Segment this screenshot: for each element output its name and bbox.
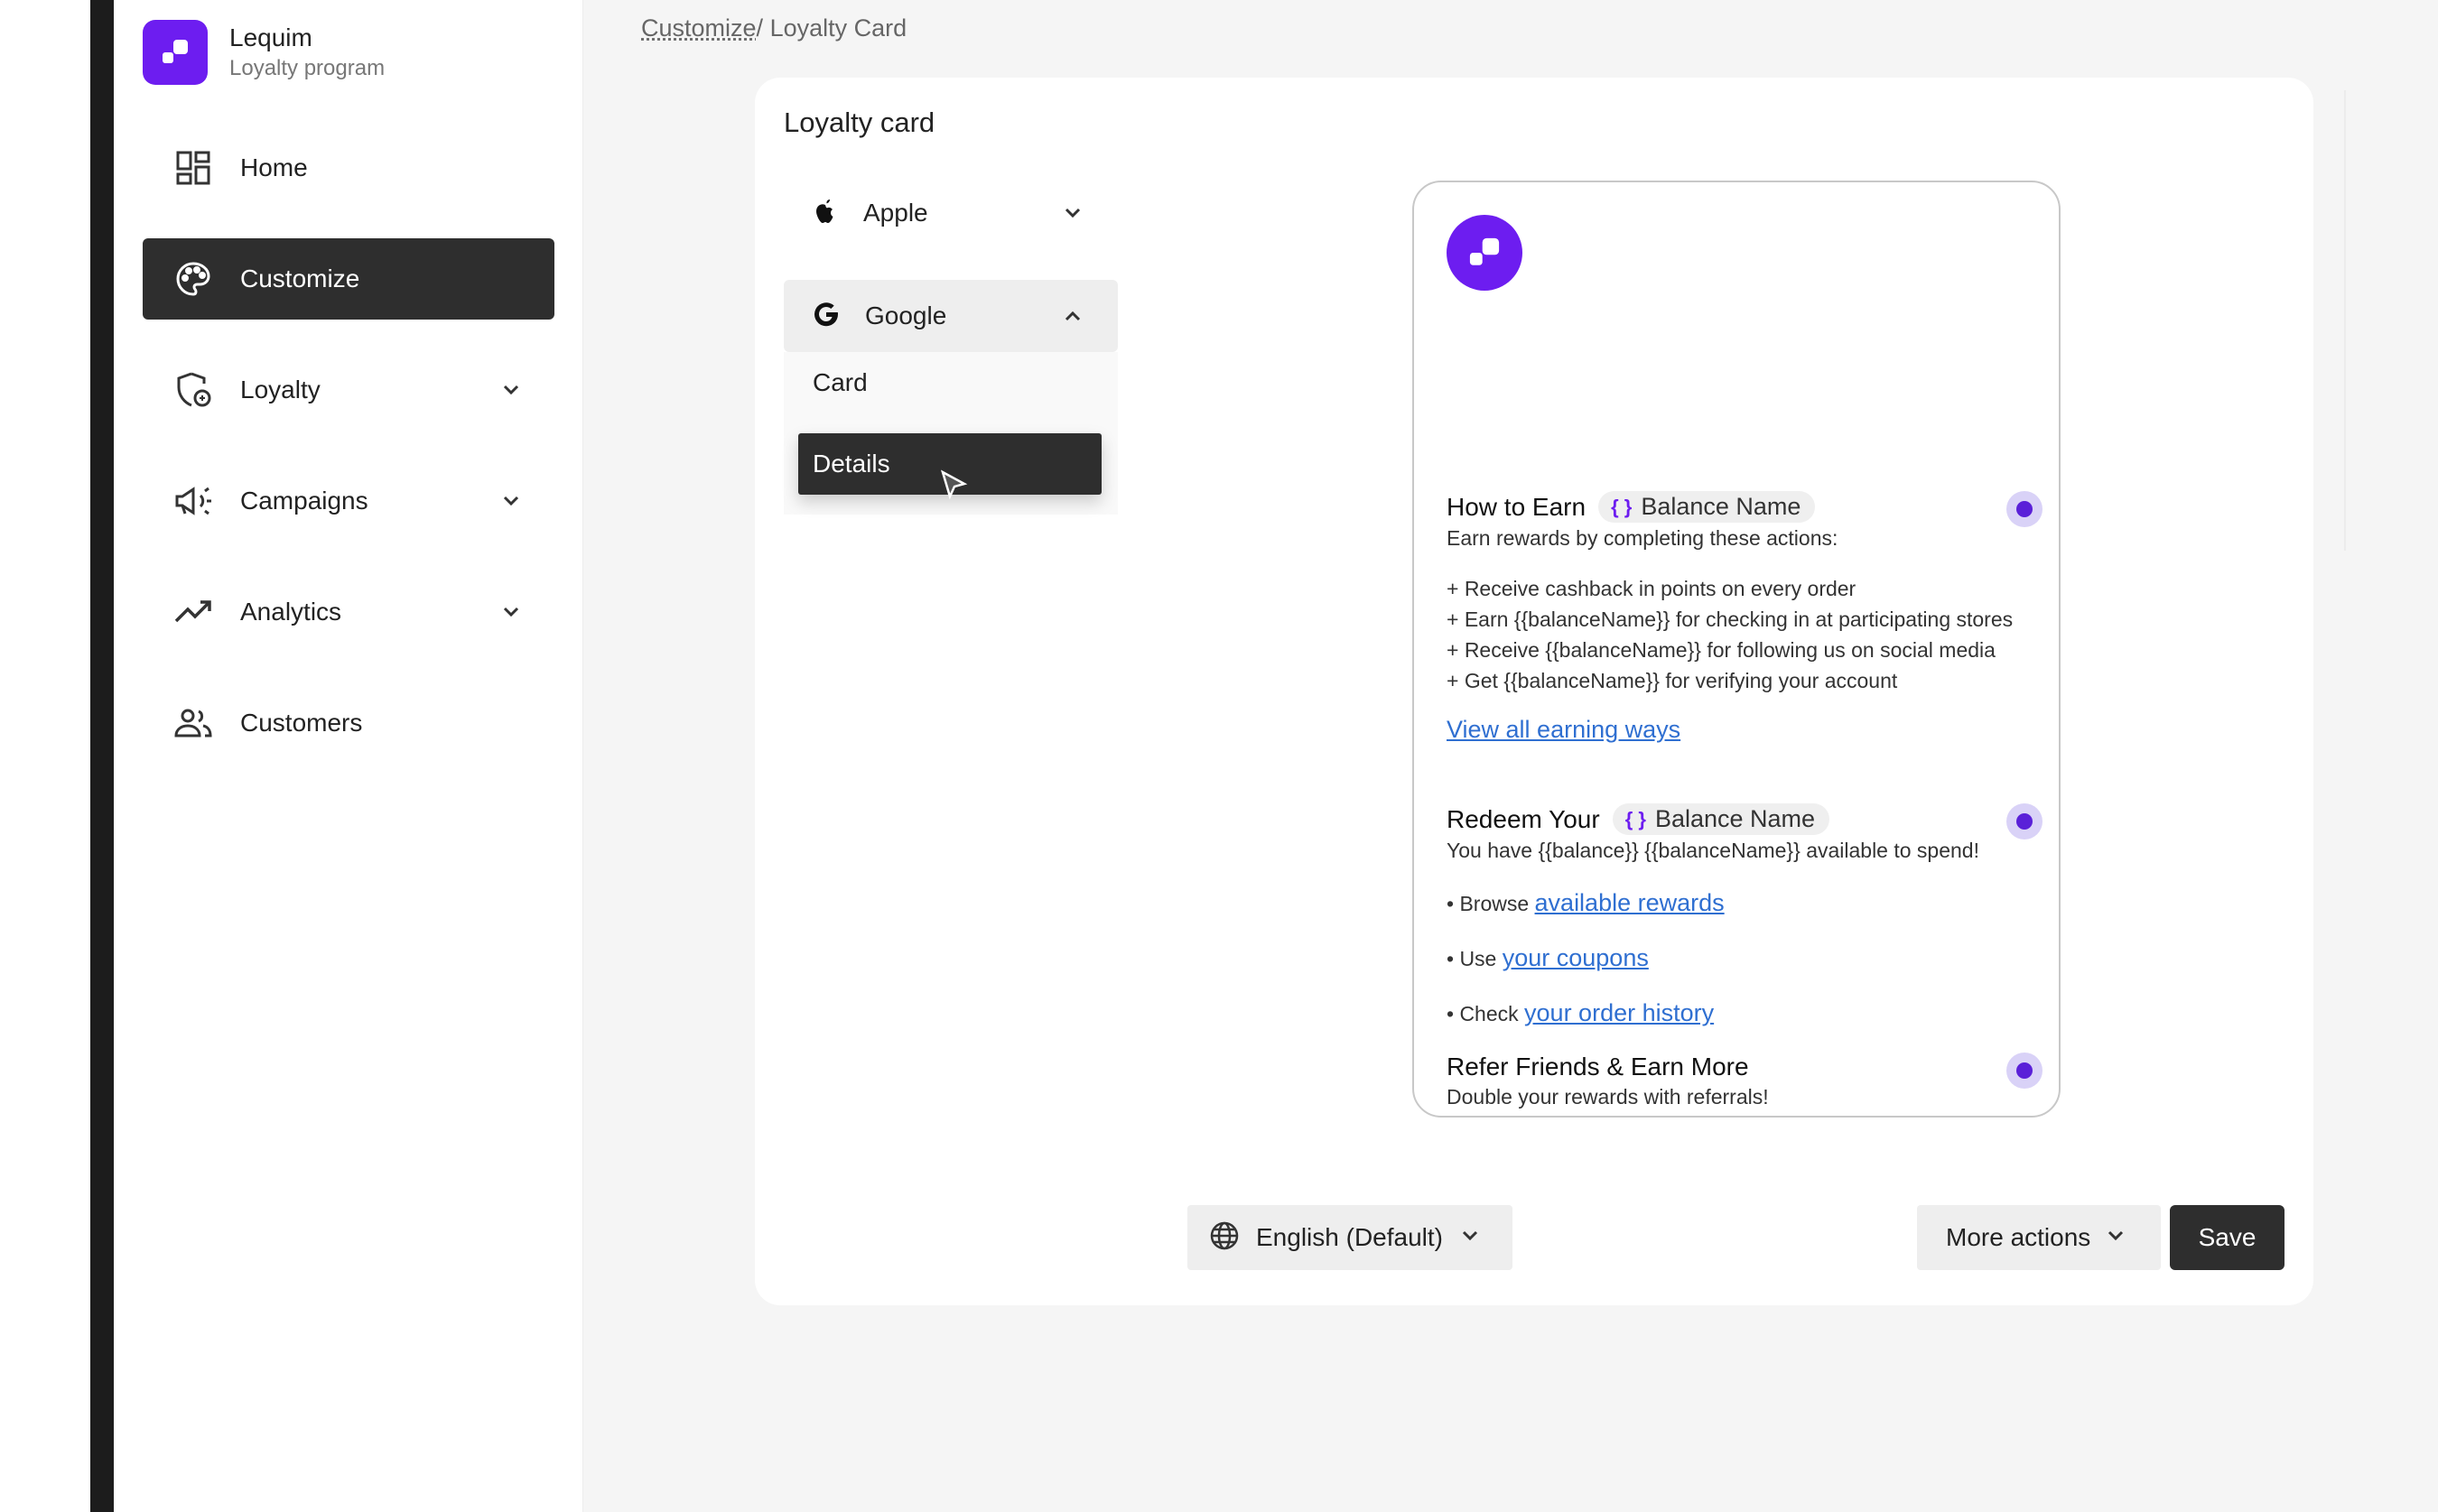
save-button[interactable]: Save: [2170, 1205, 2284, 1270]
breadcrumb: Customize/ Loyalty Card: [641, 14, 907, 42]
earn-list: + Receive cashback in points on every or…: [1447, 573, 2024, 696]
main-nav: Home Customize Loyalty Campaigns Analyti…: [143, 127, 554, 793]
panel-title: Loyalty card: [784, 107, 935, 138]
chip-label: Balance Name: [1654, 805, 1816, 832]
brand-logo-icon: [143, 20, 208, 85]
section-redeem: Redeem Your { } Balance Name You have {{b…: [1447, 803, 2043, 1029]
section-title: Redeem Your: [1447, 804, 1600, 833]
edge-bar: [90, 0, 114, 1512]
list-item: + Receive cashback in points on every or…: [1447, 577, 1856, 600]
order-history-link[interactable]: your order history: [1524, 999, 1714, 1026]
list-item: + Earn {{balanceName}} for checking in a…: [1447, 608, 2014, 631]
people-icon: [173, 703, 213, 743]
nav-item-customers[interactable]: Customers: [143, 682, 554, 764]
breadcrumb-current: Loyalty Card: [769, 14, 907, 42]
platform-google[interactable]: Google: [784, 280, 1118, 352]
shield-icon: [173, 370, 213, 410]
submenu-card[interactable]: Card: [798, 352, 1102, 413]
section-subtitle: Double your rewards with referrals!: [1447, 1085, 1769, 1108]
apple-icon: [813, 197, 838, 230]
nav-item-customize[interactable]: Customize: [143, 238, 554, 320]
your-coupons-link[interactable]: your coupons: [1503, 944, 1649, 971]
card-preview: How to Earn { } Balance Name Earn rewards…: [1412, 181, 2061, 1118]
more-actions-label: More actions: [1946, 1223, 2091, 1251]
platform-apple-label: Apple: [863, 199, 928, 227]
nav-label: Analytics: [240, 598, 342, 626]
brand-subtitle: Loyalty program: [229, 56, 386, 80]
nav-label: Campaigns: [240, 487, 368, 515]
bullet-text: • Check: [1447, 1002, 1519, 1025]
chevron-down-icon[interactable]: [500, 601, 522, 627]
section-subtitle: You have {{balance}} {{balanceName}} ava…: [1447, 839, 1979, 862]
language-label: English (Default): [1256, 1223, 1443, 1251]
platform-google-label: Google: [865, 301, 947, 329]
breadcrumb-separator: /: [756, 14, 764, 42]
section-refer: Refer Friends & Earn More Double your re…: [1447, 1053, 2043, 1112]
mouse-cursor-icon: [939, 469, 968, 505]
language-select[interactable]: English (Default): [1187, 1205, 1512, 1270]
chevron-down-icon[interactable]: [500, 379, 522, 405]
more-actions-button[interactable]: More actions: [1917, 1205, 2161, 1270]
balance-name-chip[interactable]: { } Balance Name: [1612, 803, 1830, 835]
chevron-down-icon[interactable]: [500, 490, 522, 516]
sidebar: Lequim Loyalty program Home Customize Lo…: [114, 0, 583, 1512]
section-radio[interactable]: [2006, 1053, 2043, 1089]
megaphone-icon: [173, 481, 213, 521]
window-edge: [0, 0, 114, 1512]
chip-label: Balance Name: [1641, 493, 1801, 520]
chevron-down-icon: [2105, 1225, 2126, 1251]
variable-icon: { }: [1611, 495, 1633, 518]
chevron-down-icon: [1062, 202, 1084, 228]
view-all-earning-link[interactable]: View all earning ways: [1447, 716, 1680, 743]
bullet-text: • Use: [1447, 947, 1497, 970]
chevron-up-icon: [1062, 305, 1084, 331]
nav-label: Home: [240, 153, 308, 181]
variable-icon: { }: [1624, 807, 1646, 830]
nav-label: Customize: [240, 264, 360, 292]
trending-up-icon: [173, 592, 213, 632]
palette-icon: [173, 259, 213, 299]
loyalty-card-panel: Loyalty card Apple Google Card Details H…: [755, 78, 2313, 1305]
section-title: Refer Friends & Earn More: [1447, 1053, 1749, 1081]
available-rewards-link[interactable]: available rewards: [1535, 889, 1725, 916]
chevron-down-icon: [1459, 1225, 1481, 1251]
section-radio[interactable]: [2006, 491, 2043, 527]
google-icon: [813, 301, 840, 332]
brand-logo-icon: [1447, 215, 1522, 291]
brand-name: Lequim: [229, 23, 312, 51]
section-title: How to Earn: [1447, 492, 1587, 521]
nav-item-campaigns[interactable]: Campaigns: [143, 460, 554, 542]
list-item: + Receive {{balanceName}} for following …: [1447, 638, 1996, 662]
nav-label: Loyalty: [240, 376, 321, 404]
balance-name-chip[interactable]: { } Balance Name: [1598, 491, 1816, 523]
platform-apple[interactable]: Apple: [784, 177, 1118, 249]
section-how-to-earn: How to Earn { } Balance Name Earn rewards…: [1447, 491, 2043, 744]
list-item: + Get {{balanceName}} for verifying your…: [1447, 669, 1898, 692]
nav-label: Customers: [240, 709, 363, 737]
dashboard-icon: [173, 148, 213, 188]
nav-item-loyalty[interactable]: Loyalty: [143, 349, 554, 431]
nav-item-home[interactable]: Home: [143, 127, 554, 209]
scroll-divider: [2344, 90, 2346, 551]
breadcrumb-link-customize[interactable]: Customize: [641, 14, 757, 42]
nav-item-analytics[interactable]: Analytics: [143, 571, 554, 653]
brand[interactable]: Lequim Loyalty program: [143, 20, 385, 85]
globe-icon: [1209, 1220, 1240, 1256]
section-radio[interactable]: [2006, 803, 2043, 839]
bullet-text: • Browse: [1447, 892, 1530, 915]
section-subtitle: Earn rewards by completing these actions…: [1447, 526, 1838, 550]
